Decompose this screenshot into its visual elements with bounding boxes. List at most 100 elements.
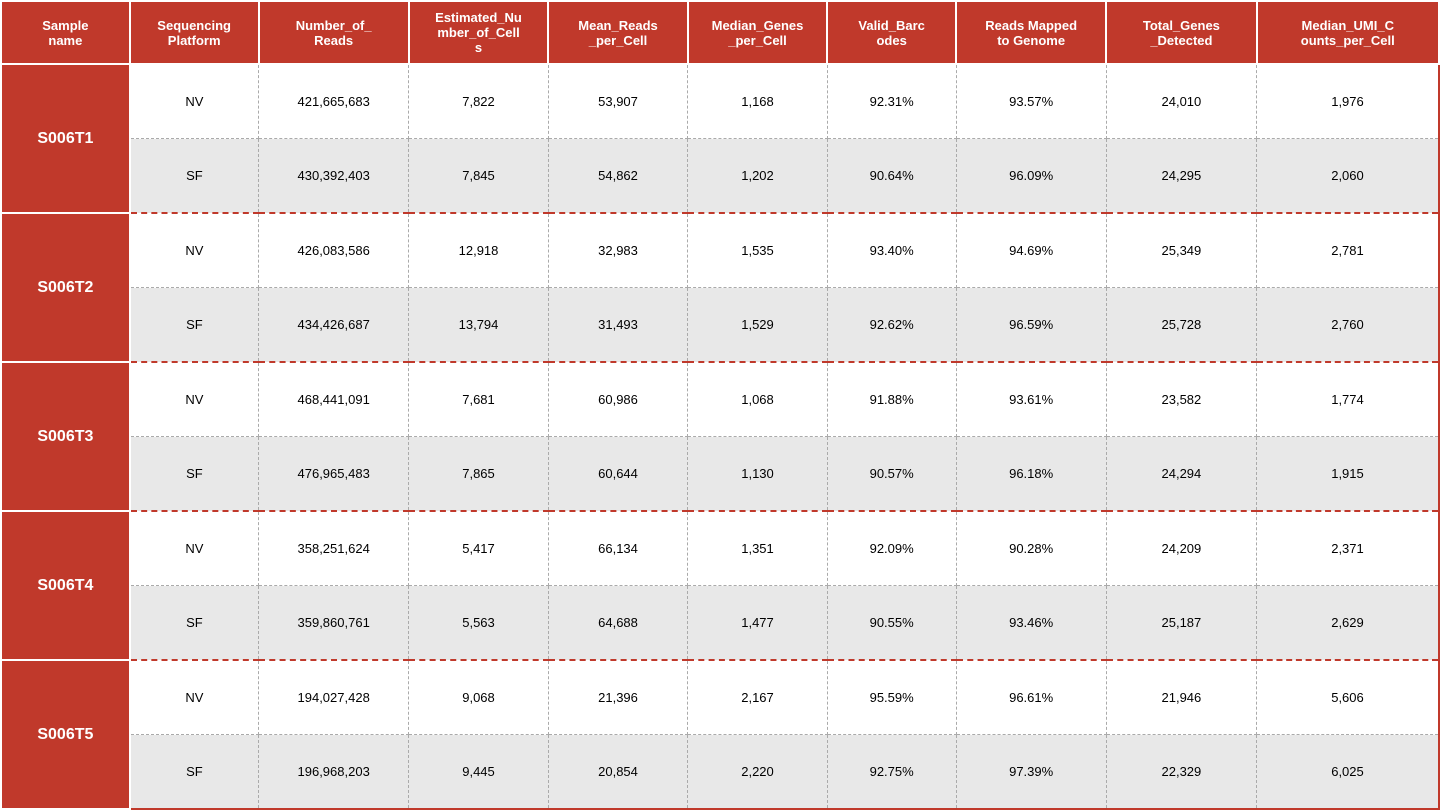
cell-g3-r0-c5: 92.09% bbox=[827, 511, 956, 586]
cell-g4-r1-c0: SF bbox=[130, 735, 259, 810]
cell-g0-r0-c8: 1,976 bbox=[1257, 64, 1440, 139]
cell-g4-r0-c3: 21,396 bbox=[548, 660, 688, 735]
header-cell-7: Reads Mappedto Genome bbox=[956, 1, 1106, 64]
cell-g2-r0-c8: 1,774 bbox=[1257, 362, 1440, 437]
cell-g1-r1-c5: 92.62% bbox=[827, 288, 956, 363]
cell-g2-r0-c0: NV bbox=[130, 362, 259, 437]
cell-g2-r1-c2: 7,865 bbox=[409, 437, 549, 512]
cell-g4-r0-c0: NV bbox=[130, 660, 259, 735]
sample-name-cell-4: S006T5 bbox=[1, 660, 130, 809]
table-row: S006T3NV468,441,0917,68160,9861,06891.88… bbox=[1, 362, 1439, 437]
table-row: S006T1NV421,665,6837,82253,9071,16892.31… bbox=[1, 64, 1439, 139]
header-cell-8: Total_Genes_Detected bbox=[1106, 1, 1256, 64]
data-table: SamplenameSequencingPlatformNumber_of_Re… bbox=[0, 0, 1440, 810]
cell-g4-r0-c5: 95.59% bbox=[827, 660, 956, 735]
table-row: SF359,860,7615,56364,6881,47790.55%93.46… bbox=[1, 586, 1439, 661]
cell-g2-r1-c3: 60,644 bbox=[548, 437, 688, 512]
header-cell-6: Valid_Barcodes bbox=[827, 1, 956, 64]
cell-g1-r0-c6: 94.69% bbox=[956, 213, 1106, 288]
cell-g1-r0-c2: 12,918 bbox=[409, 213, 549, 288]
cell-g1-r0-c3: 32,983 bbox=[548, 213, 688, 288]
cell-g4-r1-c6: 97.39% bbox=[956, 735, 1106, 810]
sample-name-cell-2: S006T3 bbox=[1, 362, 130, 511]
cell-g0-r0-c4: 1,168 bbox=[688, 64, 828, 139]
cell-g2-r0-c1: 468,441,091 bbox=[259, 362, 409, 437]
cell-g2-r1-c4: 1,130 bbox=[688, 437, 828, 512]
table-row: SF434,426,68713,79431,4931,52992.62%96.5… bbox=[1, 288, 1439, 363]
table-row: S006T4NV358,251,6245,41766,1341,35192.09… bbox=[1, 511, 1439, 586]
cell-g2-r1-c0: SF bbox=[130, 437, 259, 512]
cell-g2-r1-c1: 476,965,483 bbox=[259, 437, 409, 512]
header-cell-0: Samplename bbox=[1, 1, 130, 64]
cell-g3-r1-c4: 1,477 bbox=[688, 586, 828, 661]
cell-g3-r1-c1: 359,860,761 bbox=[259, 586, 409, 661]
cell-g0-r1-c3: 54,862 bbox=[548, 139, 688, 214]
cell-g3-r1-c6: 93.46% bbox=[956, 586, 1106, 661]
cell-g0-r1-c1: 430,392,403 bbox=[259, 139, 409, 214]
table-row: S006T2NV426,083,58612,91832,9831,53593.4… bbox=[1, 213, 1439, 288]
cell-g2-r0-c7: 23,582 bbox=[1106, 362, 1256, 437]
cell-g0-r1-c5: 90.64% bbox=[827, 139, 956, 214]
cell-g1-r1-c4: 1,529 bbox=[688, 288, 828, 363]
cell-g1-r0-c1: 426,083,586 bbox=[259, 213, 409, 288]
cell-g1-r1-c0: SF bbox=[130, 288, 259, 363]
cell-g2-r1-c7: 24,294 bbox=[1106, 437, 1256, 512]
cell-g1-r1-c6: 96.59% bbox=[956, 288, 1106, 363]
cell-g4-r0-c6: 96.61% bbox=[956, 660, 1106, 735]
cell-g0-r1-c4: 1,202 bbox=[688, 139, 828, 214]
cell-g0-r0-c3: 53,907 bbox=[548, 64, 688, 139]
cell-g3-r0-c0: NV bbox=[130, 511, 259, 586]
header-cell-2: Number_of_Reads bbox=[259, 1, 409, 64]
cell-g2-r1-c6: 96.18% bbox=[956, 437, 1106, 512]
cell-g4-r1-c5: 92.75% bbox=[827, 735, 956, 810]
cell-g1-r0-c5: 93.40% bbox=[827, 213, 956, 288]
cell-g3-r0-c3: 66,134 bbox=[548, 511, 688, 586]
cell-g0-r0-c7: 24,010 bbox=[1106, 64, 1256, 139]
cell-g2-r0-c2: 7,681 bbox=[409, 362, 549, 437]
cell-g4-r0-c7: 21,946 bbox=[1106, 660, 1256, 735]
table-row: SF476,965,4837,86560,6441,13090.57%96.18… bbox=[1, 437, 1439, 512]
table-row: S006T5NV194,027,4289,06821,3962,16795.59… bbox=[1, 660, 1439, 735]
cell-g0-r1-c0: SF bbox=[130, 139, 259, 214]
header-cell-5: Median_Genes_per_Cell bbox=[688, 1, 828, 64]
cell-g4-r0-c4: 2,167 bbox=[688, 660, 828, 735]
cell-g1-r0-c4: 1,535 bbox=[688, 213, 828, 288]
sample-name-cell-3: S006T4 bbox=[1, 511, 130, 660]
cell-g2-r0-c6: 93.61% bbox=[956, 362, 1106, 437]
header-cell-3: Estimated_Number_of_Cells bbox=[409, 1, 549, 64]
cell-g1-r0-c7: 25,349 bbox=[1106, 213, 1256, 288]
cell-g3-r0-c8: 2,371 bbox=[1257, 511, 1440, 586]
cell-g1-r0-c0: NV bbox=[130, 213, 259, 288]
cell-g0-r1-c7: 24,295 bbox=[1106, 139, 1256, 214]
cell-g0-r0-c1: 421,665,683 bbox=[259, 64, 409, 139]
cell-g0-r1-c6: 96.09% bbox=[956, 139, 1106, 214]
table-container: SamplenameSequencingPlatformNumber_of_Re… bbox=[0, 0, 1440, 810]
cell-g2-r1-c8: 1,915 bbox=[1257, 437, 1440, 512]
cell-g3-r1-c5: 90.55% bbox=[827, 586, 956, 661]
sample-name-cell-1: S006T2 bbox=[1, 213, 130, 362]
cell-g4-r0-c8: 5,606 bbox=[1257, 660, 1440, 735]
cell-g4-r1-c8: 6,025 bbox=[1257, 735, 1440, 810]
header-cell-4: Mean_Reads_per_Cell bbox=[548, 1, 688, 64]
cell-g1-r1-c7: 25,728 bbox=[1106, 288, 1256, 363]
table-row: SF196,968,2039,44520,8542,22092.75%97.39… bbox=[1, 735, 1439, 810]
cell-g2-r1-c5: 90.57% bbox=[827, 437, 956, 512]
cell-g3-r1-c2: 5,563 bbox=[409, 586, 549, 661]
cell-g4-r1-c2: 9,445 bbox=[409, 735, 549, 810]
cell-g4-r0-c2: 9,068 bbox=[409, 660, 549, 735]
cell-g1-r1-c1: 434,426,687 bbox=[259, 288, 409, 363]
cell-g0-r0-c2: 7,822 bbox=[409, 64, 549, 139]
cell-g3-r1-c8: 2,629 bbox=[1257, 586, 1440, 661]
cell-g1-r1-c3: 31,493 bbox=[548, 288, 688, 363]
cell-g2-r0-c4: 1,068 bbox=[688, 362, 828, 437]
header-cell-1: SequencingPlatform bbox=[130, 1, 259, 64]
cell-g4-r1-c1: 196,968,203 bbox=[259, 735, 409, 810]
cell-g2-r0-c5: 91.88% bbox=[827, 362, 956, 437]
cell-g1-r1-c8: 2,760 bbox=[1257, 288, 1440, 363]
cell-g4-r1-c4: 2,220 bbox=[688, 735, 828, 810]
cell-g1-r1-c2: 13,794 bbox=[409, 288, 549, 363]
cell-g3-r1-c3: 64,688 bbox=[548, 586, 688, 661]
cell-g0-r0-c6: 93.57% bbox=[956, 64, 1106, 139]
cell-g3-r0-c2: 5,417 bbox=[409, 511, 549, 586]
cell-g3-r0-c4: 1,351 bbox=[688, 511, 828, 586]
